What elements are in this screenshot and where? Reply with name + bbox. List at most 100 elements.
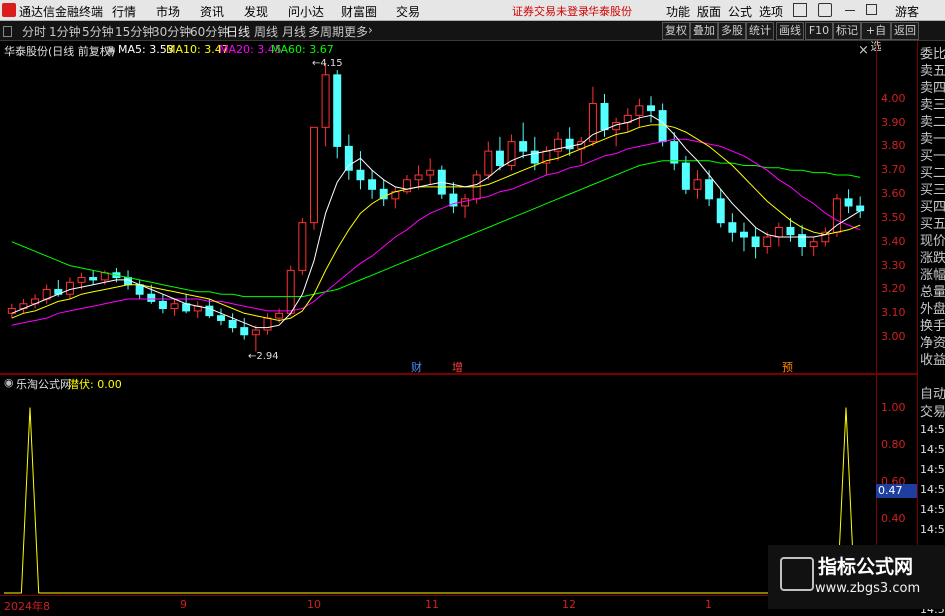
low-annotation: ←2.94 <box>248 351 279 362</box>
period-daily[interactable]: 日线 <box>226 23 250 40</box>
app-title: 通达信金融终端 <box>19 5 104 19</box>
menu-zixun[interactable]: 资讯 <box>200 3 224 20</box>
tick-time: 14:56 <box>920 443 945 456</box>
menu-xuanxiang[interactable]: 选项 <box>759 3 783 20</box>
date-label: 2024年8 <box>4 600 50 613</box>
indicator-tick: 0.40 <box>881 511 906 525</box>
menu-wenxiaoda[interactable]: 问小达 <box>288 3 324 20</box>
period-60min[interactable]: 60分钟 <box>190 23 229 40</box>
ma5-line <box>11 114 861 329</box>
restore-rights-button[interactable]: 复权 <box>662 22 690 40</box>
auto-trade-label[interactable]: 自动 <box>920 383 945 402</box>
period-more[interactable]: 更多 <box>344 23 368 40</box>
date-label: 10 <box>307 598 321 611</box>
multi-stock-button[interactable]: 多股 <box>718 22 746 40</box>
candle-body <box>670 141 679 164</box>
candle-body <box>461 198 470 207</box>
date-label: 11 <box>425 598 439 611</box>
menu-faxian[interactable]: 发现 <box>244 3 268 20</box>
price-tick: 3.40 <box>881 234 906 248</box>
menu-hangqing[interactable]: 行情 <box>112 3 136 20</box>
period-fenshi[interactable]: 分时 <box>22 23 46 40</box>
candle-body <box>763 236 772 248</box>
candle-body <box>414 174 423 181</box>
candle-body <box>263 317 272 331</box>
candle-body <box>286 269 295 314</box>
candle-body <box>809 241 818 248</box>
price-tick: 3.80 <box>881 139 906 153</box>
statistics-button[interactable]: 统计 <box>746 22 774 40</box>
minimize-icon[interactable] <box>845 10 855 11</box>
candle-body <box>647 105 655 112</box>
candle-body <box>635 105 644 116</box>
candle-body <box>728 222 737 233</box>
price-tick: 3.30 <box>881 258 906 272</box>
candle-body <box>217 315 225 321</box>
period-30min[interactable]: 30分钟 <box>152 23 191 40</box>
tick-time: 14:56 <box>920 483 945 496</box>
quote-side-panel: 委比 卖五 卖四 卖三 卖二 卖一 买一 买二 买三 买四 买五 现价 涨跌 涨幅 总量 外盘 换手 净资 收益 自动… <box>917 41 945 616</box>
candle-body <box>484 150 493 176</box>
candle-body <box>298 222 307 271</box>
period-monthly[interactable]: 月线 <box>282 23 306 40</box>
candle-body <box>275 312 284 319</box>
window-icon[interactable] <box>793 3 807 17</box>
candle-body <box>228 319 237 329</box>
add-watchlist-button[interactable]: +自选 <box>861 22 891 53</box>
back-button[interactable]: 返回 <box>891 22 919 40</box>
candle-body <box>705 179 714 200</box>
menu-gongneng[interactable]: 功能 <box>666 3 690 20</box>
candle-body <box>693 179 702 190</box>
candle-body <box>89 277 98 281</box>
f10-button[interactable]: F10 <box>805 22 833 40</box>
date-label: 1 <box>705 598 712 611</box>
candle-body <box>333 74 342 147</box>
candle-body <box>147 293 156 302</box>
draw-line-button[interactable]: 画线 <box>776 22 804 40</box>
candle-body <box>344 145 353 171</box>
mark-button[interactable]: 标记 <box>833 22 861 40</box>
period-multi[interactable]: 多周期 <box>308 23 344 40</box>
candle-body <box>716 198 725 224</box>
watermark-url: www.zbgs3.com <box>815 581 921 596</box>
kline-chart[interactable] <box>0 41 876 373</box>
menu-shichang[interactable]: 市场 <box>156 3 180 20</box>
overlay-button[interactable]: 叠加 <box>690 22 718 40</box>
price-tick: 4.00 <box>881 91 906 105</box>
tick-time: 14:56 <box>920 463 945 476</box>
menu-banmian[interactable]: 版面 <box>697 3 721 20</box>
tick-time: 14:56 <box>920 523 945 536</box>
price-tick: 3.90 <box>881 115 906 129</box>
maximize-icon[interactable] <box>866 4 877 15</box>
watermark-title: 指标公式网 <box>818 556 914 578</box>
period-15min[interactable]: 15分钟 <box>115 23 154 40</box>
period-1min[interactable]: 1分钟 <box>49 23 81 40</box>
date-label: 9 <box>180 598 187 611</box>
candle-body <box>240 327 249 336</box>
indicator-chart[interactable] <box>0 375 876 595</box>
candle-body <box>495 150 504 166</box>
menu-gongshi[interactable]: 公式 <box>728 3 752 20</box>
menu-jiaoyi[interactable]: 交易 <box>396 3 420 20</box>
period-weekly[interactable]: 周线 <box>254 23 278 40</box>
candle-body <box>321 74 330 128</box>
candle-body <box>600 102 609 131</box>
price-axis: 4.00 3.90 3.80 3.70 3.60 3.50 3.40 3.30 3.20 3.10… <box>876 41 917 373</box>
period-5min[interactable]: 5分钟 <box>82 23 114 40</box>
auto-trade-label[interactable]: 交易 <box>920 401 945 420</box>
candle-body <box>844 198 853 207</box>
panel-toggle-icon[interactable] <box>3 26 12 37</box>
broker-name[interactable]: 华泰股份 <box>588 3 632 19</box>
app-logo-icon <box>2 3 16 17</box>
signal-line <box>4 407 864 594</box>
candle-body <box>65 281 74 295</box>
tick-time: 14:56 <box>920 503 945 516</box>
price-tick: 3.00 <box>881 330 906 344</box>
trade-login-notice[interactable]: 证券交易未登录 <box>512 3 589 19</box>
guest-label[interactable]: 游客 <box>895 3 919 20</box>
candle-body <box>368 179 377 190</box>
menu-caifuquan[interactable]: 财富圈 <box>341 3 377 20</box>
more-chevron-icon[interactable]: › <box>368 23 373 37</box>
quote-field-label: 收益 <box>920 353 945 368</box>
message-icon[interactable] <box>818 3 832 17</box>
